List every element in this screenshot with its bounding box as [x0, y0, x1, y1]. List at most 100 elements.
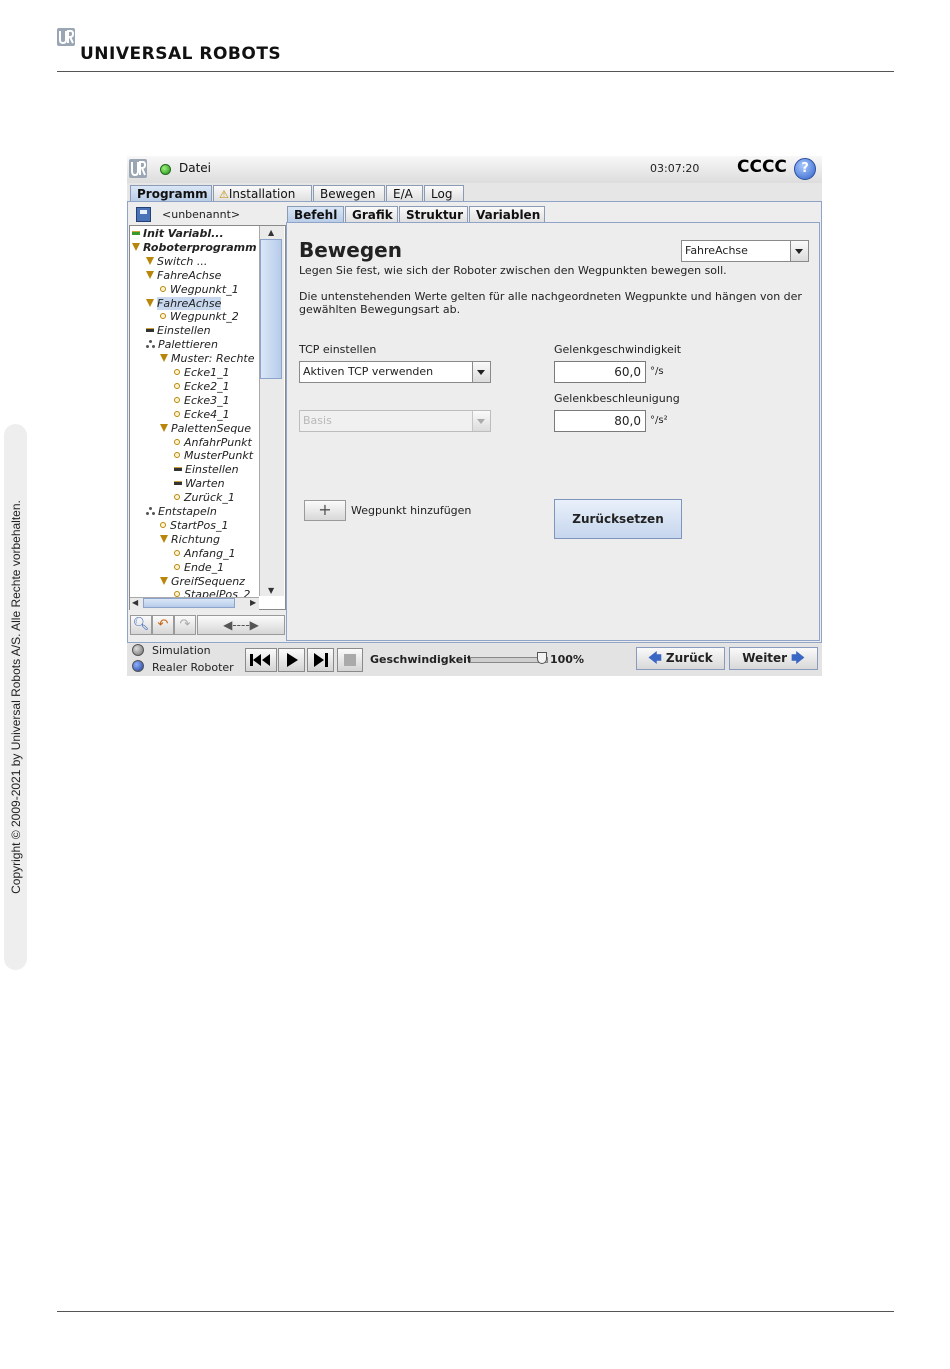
save-icon[interactable] — [136, 207, 151, 222]
waypoint-icon — [160, 285, 166, 292]
redo-icon[interactable]: ↷ — [174, 615, 196, 635]
tree-node[interactable]: Ecke3_1 — [174, 394, 230, 407]
tree-node[interactable]: FahreAchse — [146, 269, 221, 282]
tab-grafik[interactable]: Grafik — [345, 206, 398, 222]
tree-node[interactable]: Ecke2_1 — [174, 380, 230, 393]
tree-node[interactable]: FahreAchse — [146, 296, 222, 310]
tree-node[interactable]: Anfang_1 — [174, 547, 236, 560]
back-button[interactable]: 🡄 Zurück — [636, 647, 725, 670]
footer-rule — [57, 1311, 894, 1312]
tree-node[interactable]: Palettieren — [146, 338, 218, 351]
tree-scroll-thumb[interactable] — [260, 239, 282, 379]
step-icon — [314, 653, 328, 667]
waypoint-icon — [174, 396, 180, 403]
tree-node[interactable]: Muster: Rechte — [160, 352, 255, 365]
tree-node[interactable]: AnfahrPunkt — [174, 436, 252, 449]
help-icon[interactable]: ? — [794, 158, 816, 180]
tree-node[interactable]: Einstellen — [146, 324, 211, 337]
tree-node-label: Ecke4_1 — [184, 407, 230, 421]
tree-node-label: Richtung — [171, 532, 220, 546]
tree-node-label: Zurück_1 — [184, 491, 235, 505]
tab-bewegen[interactable]: Bewegen — [313, 185, 385, 201]
command-title: Bewegen — [299, 238, 402, 262]
undo-icon[interactable]: ↶ — [152, 615, 174, 635]
tree-node[interactable]: Einstellen — [174, 463, 239, 476]
frame-select: Basis — [299, 410, 491, 432]
tree-node[interactable]: Richtung — [160, 533, 220, 546]
next-button[interactable]: Weiter 🡆 — [729, 647, 818, 670]
play-button[interactable] — [278, 648, 305, 672]
step-button[interactable] — [307, 648, 334, 672]
tree-node[interactable]: Switch ... — [146, 255, 207, 268]
stop-button[interactable] — [337, 648, 363, 672]
tree-node[interactable]: Zurück_1 — [174, 491, 235, 504]
tree-node[interactable]: GreifSequenz — [160, 575, 245, 588]
scroll-up-icon[interactable]: ▲ — [268, 228, 274, 237]
tree-node-label: FahreAchse — [157, 268, 222, 282]
robot-name: CCCC — [737, 157, 787, 177]
rewind-button[interactable] — [245, 648, 277, 672]
tree-node[interactable]: Entstapeln — [146, 505, 217, 518]
scroll-down-icon[interactable]: ▼ — [268, 586, 274, 595]
waypoint-icon — [160, 521, 166, 528]
waypoint-icon — [174, 410, 180, 417]
tab-struktur[interactable]: Struktur — [399, 206, 468, 222]
node-triangle-icon — [146, 298, 154, 307]
file-menu[interactable]: Datei — [179, 161, 211, 175]
node-triangle-icon — [160, 576, 168, 585]
tree-node[interactable]: StartPos_1 — [160, 519, 228, 532]
reset-button[interactable]: Zurücksetzen — [554, 499, 682, 539]
joint-accel-input[interactable]: 80,0 — [554, 410, 646, 432]
tree-node-label: StartPos_1 — [170, 518, 229, 532]
node-triangle-icon — [146, 270, 154, 279]
set-icon — [146, 328, 154, 333]
add-waypoint-button[interactable]: + — [304, 500, 346, 521]
tcp-select[interactable]: Aktiven TCP verwenden — [299, 361, 491, 383]
tree-node-label: Einstellen — [157, 324, 211, 338]
tree-node[interactable]: Ecke1_1 — [174, 366, 230, 379]
tcp-value: Aktiven TCP verwenden — [303, 365, 434, 378]
tab-variablen[interactable]: Variablen — [469, 206, 545, 222]
ur-logo-icon[interactable] — [129, 159, 147, 178]
tree-node-label: FahreAchse — [157, 296, 222, 310]
move-node-button[interactable]: ◀----▶ — [197, 615, 285, 635]
tree-node[interactable]: MusterPunkt — [174, 449, 253, 462]
waypoint-icon — [174, 382, 180, 389]
tab-installation[interactable]: ⚠Installation — [213, 185, 312, 201]
tree-node[interactable]: Ende_1 — [174, 561, 224, 574]
tree-node[interactable]: PalettenSeque — [160, 422, 251, 435]
tree-node[interactable]: Init Variabl... — [132, 227, 224, 240]
scroll-left-icon[interactable]: ◀ — [132, 598, 138, 607]
set-icon — [174, 467, 182, 472]
tab-programm[interactable]: Programm — [130, 185, 212, 201]
tree-node-label: Roboterprogramm — [143, 240, 257, 254]
scroll-right-icon[interactable]: ▶ — [250, 598, 256, 607]
node-triangle-icon — [160, 534, 168, 543]
real-robot-radio[interactable] — [132, 660, 144, 672]
program-filename: <unbenannt> — [162, 208, 241, 221]
tree-node-label: Wegpunkt_2 — [170, 310, 239, 324]
tree-node[interactable]: Ecke4_1 — [174, 408, 230, 421]
tree-node[interactable]: Wegpunkt_1 — [160, 283, 239, 296]
tab-log[interactable]: Log — [424, 185, 464, 201]
joint-accel-label: Gelenkbeschleunigung — [554, 392, 680, 405]
move-type-select[interactable]: FahreAchse — [681, 240, 809, 262]
tab-ea[interactable]: E/A — [386, 185, 423, 201]
plus-icon: + — [318, 500, 332, 519]
tree-node[interactable]: Warten — [174, 477, 225, 490]
command-description: Legen Sie fest, wie sich der Roboter zwi… — [299, 264, 727, 277]
tree-hscroll-thumb[interactable] — [143, 598, 235, 608]
tree-node[interactable]: Roboterprogramm — [132, 241, 257, 254]
tree-node-label: AnfahrPunkt — [184, 435, 252, 449]
top-bar — [127, 156, 822, 183]
search-icon[interactable]: 🔍︎ — [130, 615, 152, 635]
tree-node-label: Ecke3_1 — [184, 393, 230, 407]
tab-befehl[interactable]: Befehl — [287, 206, 344, 222]
speed-slider-handle[interactable] — [537, 652, 547, 664]
simulation-radio[interactable] — [132, 644, 144, 656]
joint-speed-input[interactable]: 60,0 — [554, 361, 646, 383]
tree-node-label: Anfang_1 — [184, 546, 236, 560]
waypoint-icon — [174, 563, 180, 570]
tree-node[interactable]: Wegpunkt_2 — [160, 310, 239, 323]
warning-icon: ⚠ — [219, 188, 229, 201]
